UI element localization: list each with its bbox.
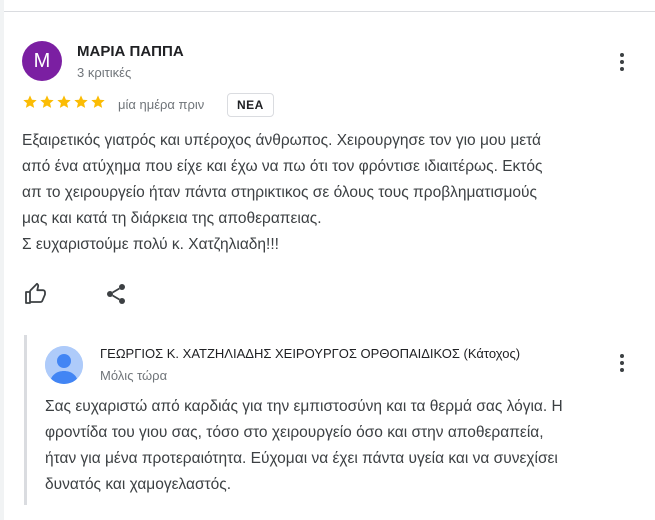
reply-text-line: φροντίδα του γιου σας, τόσο στο χειρουργ… [45,424,544,441]
review-text-line: απ το χειρουργείο ήταν πάντα στηρικτικος… [22,184,537,201]
star-icon [23,95,37,108]
more-vert-icon[interactable] [610,50,634,74]
review-card: M ΜΑΡΙΑ ΠΑΠΠΑ 3 κριτικές μία ημέρα πριν … [0,0,655,520]
review-text-line: από ένα ατύχημα που είχε και έχω να πω ό… [22,158,543,175]
review-text-line: Εξαιρετικός γιατρός και υπέροχος άνθρωπο… [22,132,542,149]
default-profile-icon[interactable] [45,346,83,384]
star-icon [57,95,71,108]
share-icon[interactable] [104,282,128,306]
reply-time: Μόλις τώρα [100,368,168,383]
star-icon [40,95,54,108]
reply-text-line: ήταν για μένα προτεραιότητα. Εύχομαι να … [45,450,558,467]
review-text: Εξαιρετικός γιατρός και υπέροχος άνθρωπο… [22,128,632,258]
review-time: μία ημέρα πριν [118,97,205,112]
thumb-up-icon[interactable] [24,282,48,306]
author-avatar[interactable]: M [22,41,62,81]
more-vert-icon[interactable] [610,351,634,375]
new-badge: ΝΕΑ [227,93,274,117]
star-icon [91,95,105,108]
star-icon [74,95,88,108]
author-review-count: 3 κριτικές [77,65,132,80]
author-name[interactable]: ΜΑΡΙΑ ΠΑΠΠΑ [77,43,184,60]
review-text-line: μας και κατά τη διάρκεια της αποθεραπεια… [22,210,322,227]
reply-text-line: Σας ευχαριστώ από καρδιάς για την εμπιστ… [45,398,563,415]
rating-stars [22,94,106,110]
owner-name[interactable]: ΓΕΩΡΓΙΟΣ Κ. ΧΑΤΖΗΛΙΑΔΗΣ ΧΕΙΡΟΥΡΓΟΣ ΟΡΘΟΠ… [100,346,520,361]
review-text-line: Σ ευχαριστούμε πολύ κ. Χατζηλιαδη!!! [22,236,279,253]
reply-text: Σας ευχαριστώ από καρδιάς για την εμπιστ… [45,394,645,498]
reply-text-line: δυνατός και χαμογελαστός. [45,476,232,493]
